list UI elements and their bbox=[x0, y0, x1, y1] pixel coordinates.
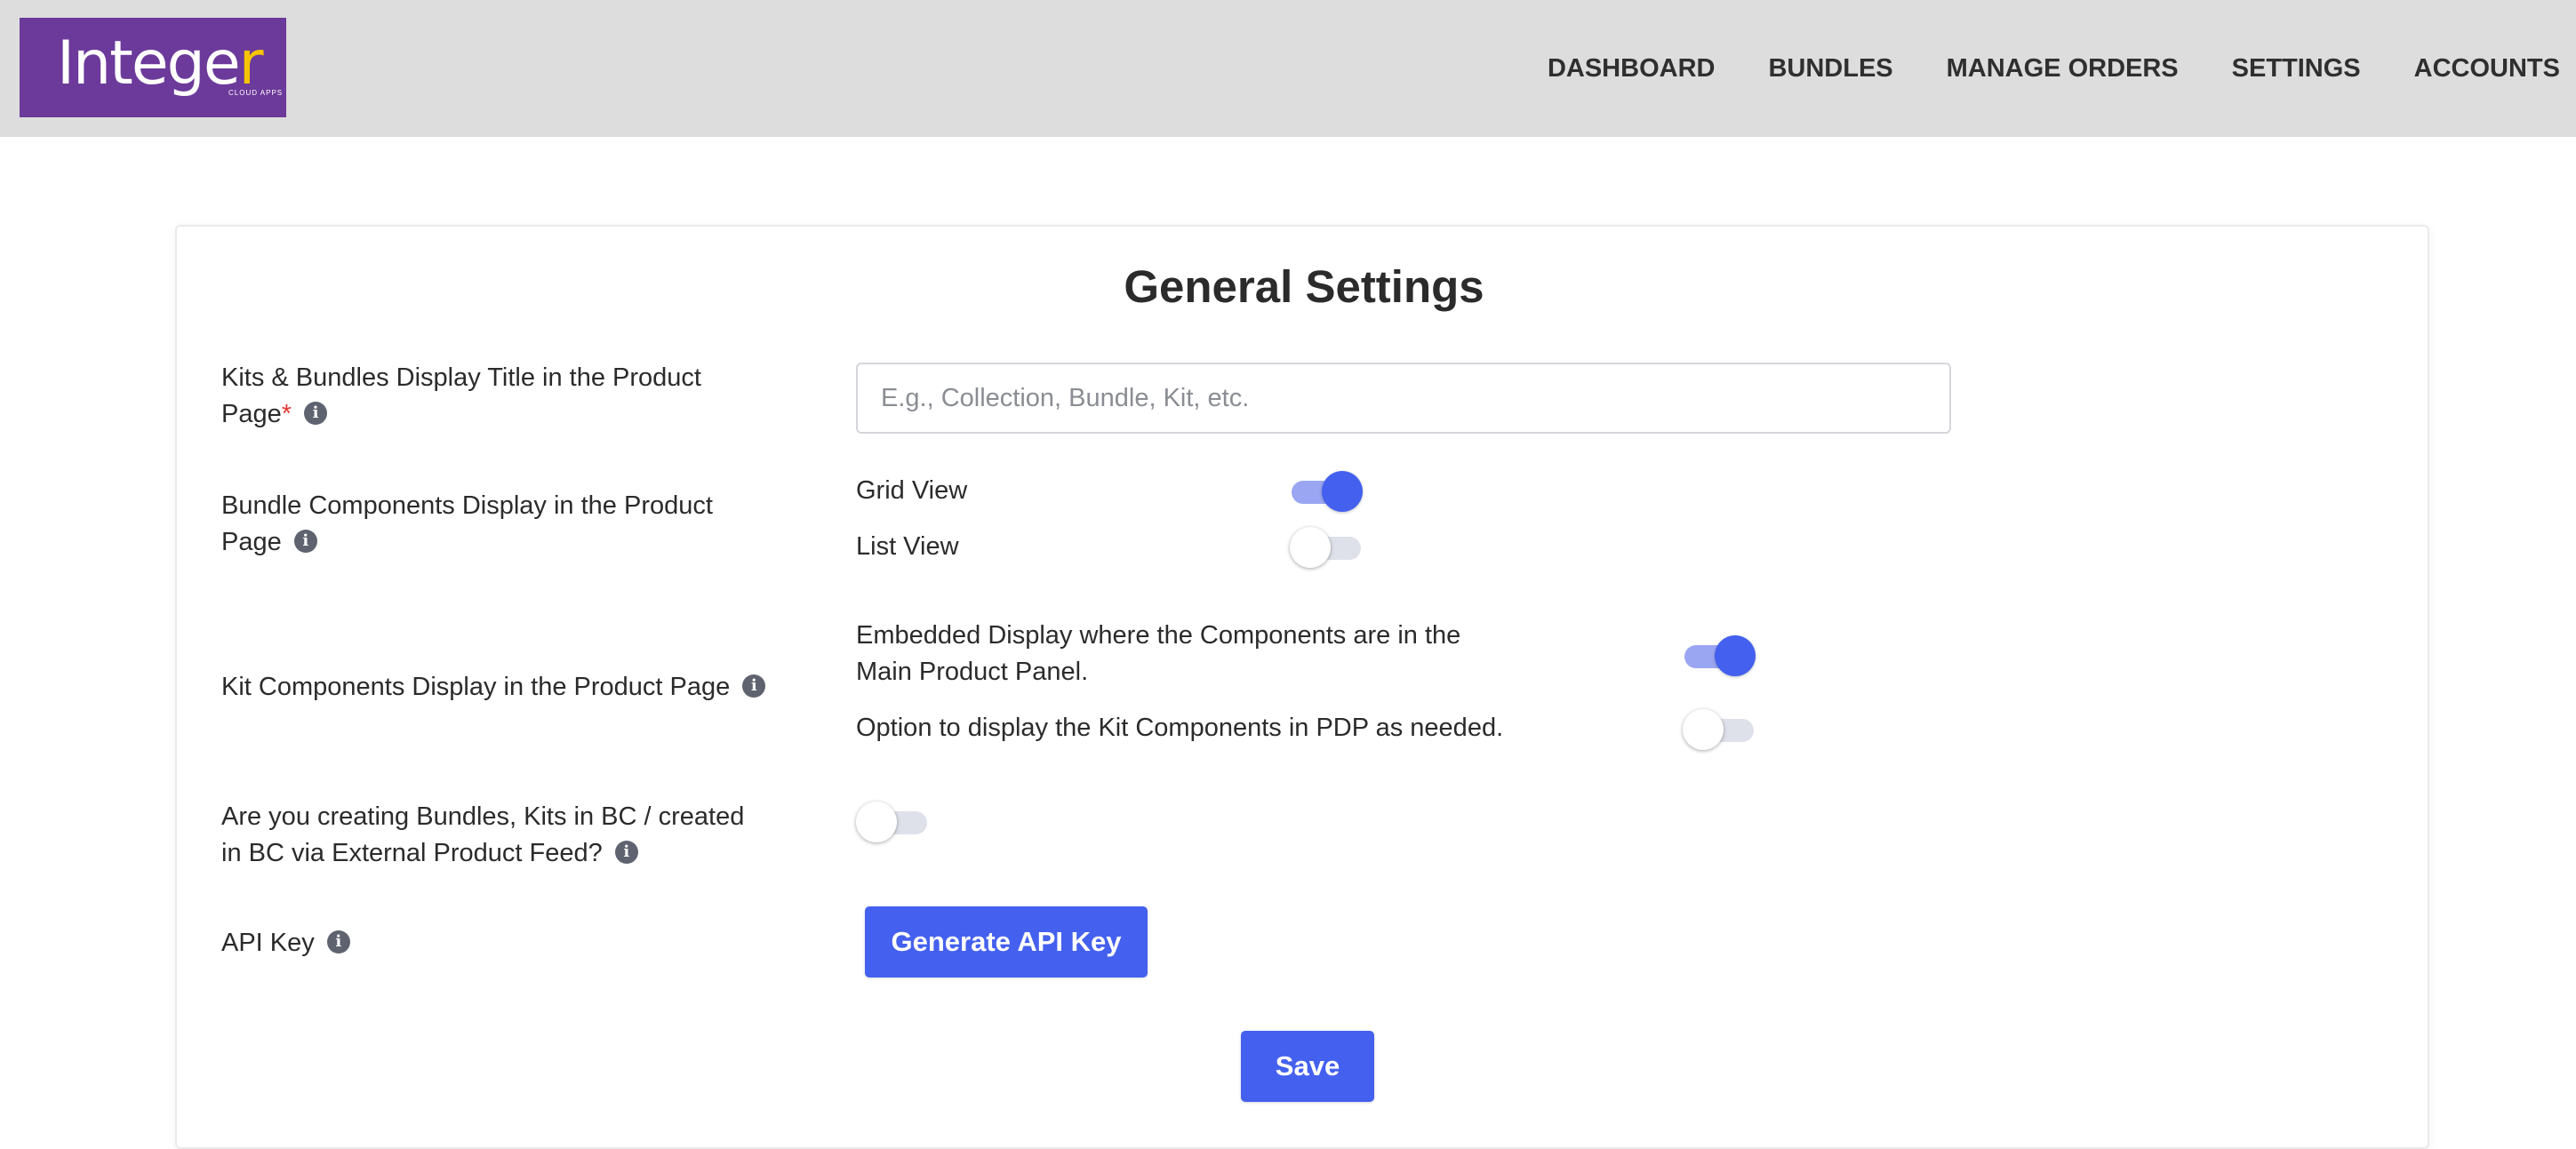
generate-api-key-button[interactable]: Generate API Key bbox=[865, 906, 1148, 977]
nav-dashboard[interactable]: DASHBOARD bbox=[1548, 54, 1716, 84]
nav-accounts[interactable]: ACCOUNTS bbox=[2414, 54, 2560, 84]
integer-logo[interactable]: Integer CLOUD APPS bbox=[20, 18, 286, 117]
embedded-display-toggle[interactable] bbox=[1683, 634, 1756, 677]
external-feed-label-text: Are you creating Bundles, Kits in BC / c… bbox=[221, 802, 745, 867]
info-icon[interactable]: i bbox=[614, 841, 638, 865]
toggle-knob bbox=[1715, 635, 1756, 676]
logo-subtitle: CLOUD APPS bbox=[228, 89, 284, 97]
external-feed-toggle[interactable] bbox=[856, 801, 929, 843]
general-settings-card: General Settings Kits & Bundles Display … bbox=[175, 225, 2429, 1149]
bundle-components-label: Bundle Components Display in the Product… bbox=[221, 488, 772, 561]
nav-bundles[interactable]: BUNDLES bbox=[1768, 54, 1892, 84]
info-icon[interactable]: i bbox=[304, 402, 328, 426]
toggle-knob bbox=[1322, 471, 1363, 512]
api-key-label: API Key i bbox=[221, 925, 772, 961]
list-view-label: List View bbox=[856, 532, 959, 561]
list-view-toggle[interactable] bbox=[1290, 526, 1363, 569]
external-feed-label: Are you creating Bundles, Kits in BC / c… bbox=[221, 799, 764, 872]
display-title-input[interactable] bbox=[856, 363, 1951, 434]
display-title-label: Kits & Bundles Display Title in the Prod… bbox=[221, 360, 772, 433]
toggle-knob bbox=[856, 802, 897, 842]
grid-view-label: Grid View bbox=[856, 476, 968, 505]
api-key-label-text: API Key bbox=[221, 929, 315, 957]
grid-view-toggle[interactable] bbox=[1290, 470, 1363, 513]
display-title-label-text: Kits & Bundles Display Title in the Prod… bbox=[221, 363, 701, 428]
nav-manage-orders[interactable]: MANAGE ORDERS bbox=[1947, 54, 2179, 84]
info-icon[interactable]: i bbox=[293, 530, 317, 554]
save-button[interactable]: Save bbox=[1241, 1031, 1374, 1102]
kit-components-label: Kit Components Display in the Product Pa… bbox=[221, 669, 826, 706]
logo-wordmark-main: Intege bbox=[57, 28, 241, 99]
toggle-knob bbox=[1683, 709, 1724, 750]
pdp-option-toggle[interactable] bbox=[1683, 708, 1756, 751]
top-header: Integer CLOUD APPS DASHBOARD BUNDLES MAN… bbox=[0, 0, 2576, 137]
nav-settings[interactable]: SETTINGS bbox=[2232, 54, 2361, 84]
main-nav: DASHBOARD BUNDLES MANAGE ORDERS SETTINGS… bbox=[1494, 0, 2560, 137]
kit-components-label-text: Kit Components Display in the Product Pa… bbox=[221, 673, 731, 701]
embedded-display-label: Embedded Display where the Components ar… bbox=[856, 621, 1461, 686]
toggle-knob bbox=[1290, 527, 1331, 568]
required-mark: * bbox=[281, 400, 292, 428]
info-icon[interactable]: i bbox=[326, 930, 350, 954]
pdp-option-label: Option to display the Kit Components in … bbox=[856, 714, 1504, 742]
page-title: General Settings bbox=[1124, 261, 1484, 312]
info-icon[interactable]: i bbox=[742, 674, 766, 698]
